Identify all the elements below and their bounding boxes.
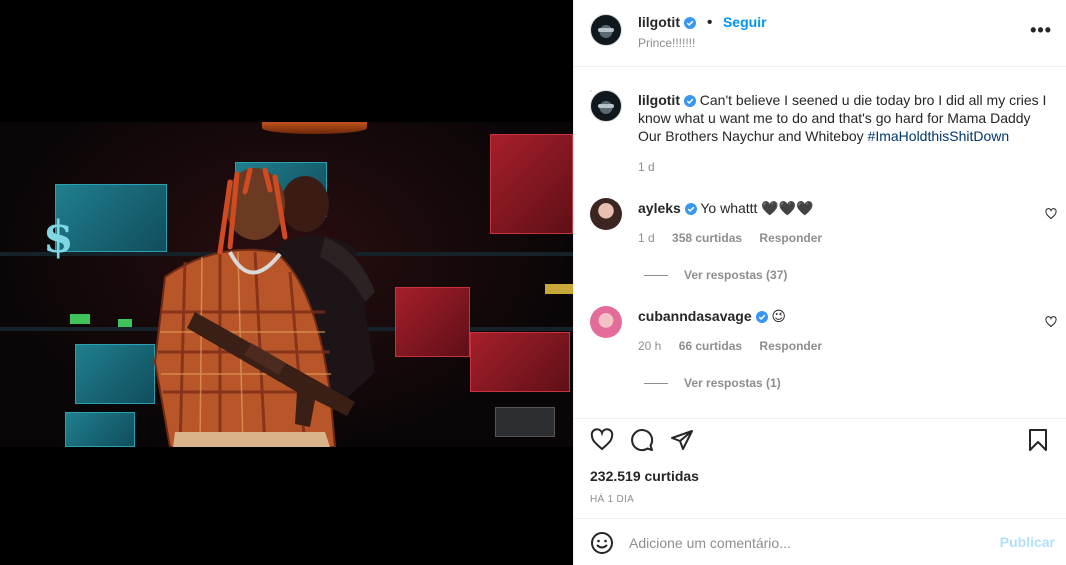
verified-badge-icon — [684, 17, 697, 29]
comment: ayleks Yo whattt 🖤🖤🖤 1 d 358 curtidas Re… — [638, 199, 1028, 245]
comment-text: 😉 — [771, 308, 786, 324]
reply-button[interactable]: Responder — [759, 339, 822, 353]
money-stack — [490, 134, 573, 234]
comment-age[interactable]: 1 d — [638, 231, 655, 245]
publish-button[interactable]: Publicar — [1000, 534, 1055, 550]
comment-icon[interactable] — [630, 428, 654, 452]
comment: cubanndasavage 😉 20 h 66 curtidas Respon… — [638, 307, 1028, 353]
caption-hashtag[interactable]: #ImaHoldthisShitDown — [868, 128, 1010, 144]
comment-username[interactable]: ayleks — [638, 200, 681, 216]
comment-likes[interactable]: 66 curtidas — [679, 339, 742, 353]
more-options-icon[interactable]: ••• — [1030, 20, 1052, 41]
gold-bar — [545, 284, 573, 294]
separator-dot: • — [706, 14, 713, 31]
avatar[interactable] — [590, 14, 622, 46]
post-details-panel: lilgotit • Seguir Prince!!!!!!! ••• lilg… — [573, 0, 1066, 565]
likes-count-label: 232.519 curtidas — [590, 468, 699, 484]
caption: lilgotit Can't believe I seened u die to… — [638, 91, 1048, 174]
heart-icon[interactable] — [1045, 208, 1057, 220]
avatar[interactable] — [590, 198, 622, 230]
view-replies-button[interactable]: Ver respostas (1) — [644, 376, 781, 390]
likes-count[interactable]: 232.519 curtidas — [590, 468, 699, 484]
post-location[interactable]: Prince!!!!!!! — [638, 36, 695, 50]
comments-section[interactable]: lilgotit Can't believe I seened u die to… — [574, 68, 1066, 418]
reply-button[interactable]: Responder — [759, 231, 822, 245]
dollar-sign-icon: $ — [43, 212, 74, 263]
comment-age[interactable]: 20 h — [638, 339, 661, 353]
verified-badge-icon — [684, 203, 697, 215]
view-replies-button[interactable]: Ver respostas (37) — [644, 268, 787, 282]
avatar[interactable] — [590, 90, 592, 92]
view-replies-label: Ver respostas (37) — [684, 268, 788, 282]
follow-button[interactable]: Seguir — [723, 14, 767, 30]
heart-icon[interactable] — [1045, 316, 1057, 328]
post-actions: 232.519 curtidas HÁ 1 DIA — [574, 418, 1066, 520]
verified-badge-icon — [755, 311, 768, 323]
comment-username[interactable]: cubanndasavage — [638, 308, 752, 324]
post-media[interactable]: $ — [0, 0, 573, 565]
share-icon[interactable] — [670, 428, 694, 452]
avatar[interactable] — [590, 306, 622, 338]
replies-line — [644, 274, 668, 276]
replies-line — [644, 382, 668, 384]
post-timestamp[interactable]: HÁ 1 DIA — [590, 494, 634, 505]
heart-icon[interactable] — [590, 428, 614, 452]
ceiling-lamp — [262, 122, 367, 134]
people-illustration — [153, 167, 375, 447]
author-username[interactable]: lilgotit — [638, 14, 680, 30]
caption-username[interactable]: lilgotit — [638, 92, 680, 108]
comment-likes[interactable]: 358 curtidas — [672, 231, 742, 245]
comment-input[interactable] — [629, 531, 989, 555]
caption-avatar[interactable] — [590, 90, 622, 122]
caption-age[interactable]: 1 d — [638, 160, 1048, 174]
emoji-icon[interactable] — [590, 531, 614, 555]
comment-text: Yo whattt 🖤🖤🖤 — [700, 200, 814, 216]
header-title-row: lilgotit • Seguir — [638, 14, 767, 32]
cash-counter — [495, 407, 555, 437]
comment-composer: Publicar — [574, 518, 1066, 565]
video-frame: $ — [0, 122, 573, 447]
post-header: lilgotit • Seguir Prince!!!!!!! ••• — [574, 0, 1066, 67]
view-replies-label: Ver respostas (1) — [684, 376, 781, 390]
money-stack — [470, 332, 570, 392]
green-light — [70, 314, 90, 324]
verified-badge-icon — [683, 95, 696, 107]
bookmark-icon[interactable] — [1026, 428, 1050, 452]
